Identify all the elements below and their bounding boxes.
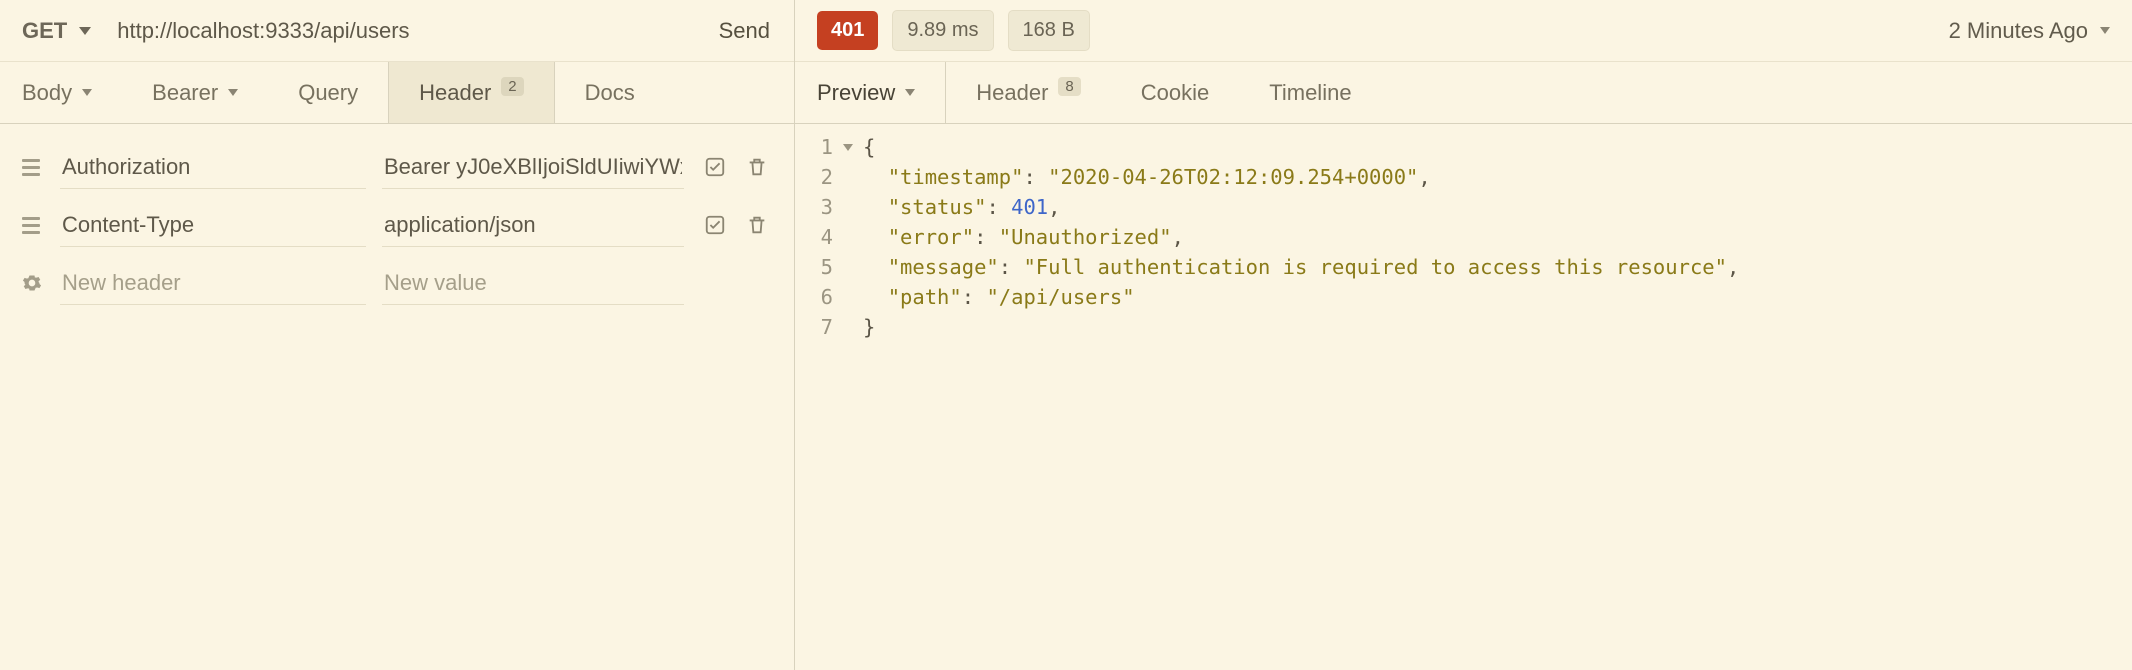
fold-icon[interactable]: [843, 144, 853, 151]
chevron-down-icon: [82, 89, 92, 96]
response-age-label: 2 Minutes Ago: [1949, 18, 2088, 44]
chevron-down-icon: [79, 27, 91, 35]
row-actions: [704, 214, 768, 236]
tab-cookie[interactable]: Cookie: [1111, 62, 1239, 123]
code-line: 7}: [795, 312, 2132, 342]
header-row: [22, 138, 772, 196]
response-size-badge: 168 B: [1008, 10, 1090, 51]
tab-label: Header: [976, 80, 1048, 106]
code-line: 2 "timestamp": "2020-04-26T02:12:09.254+…: [795, 162, 2132, 192]
response-topbar: 401 9.89 ms 168 B 2 Minutes Ago: [795, 0, 2132, 62]
tab-query[interactable]: Query: [268, 62, 388, 123]
status-code-badge: 401: [817, 11, 878, 50]
tab-response-header[interactable]: Header 8: [946, 62, 1111, 123]
chevron-down-icon: [228, 89, 238, 96]
tab-docs[interactable]: Docs: [555, 62, 665, 123]
code-line: 5 "message": "Full authentication is req…: [795, 252, 2132, 282]
code-line: 4 "error": "Unauthorized",: [795, 222, 2132, 252]
tab-label: Bearer: [152, 80, 218, 106]
tab-auth[interactable]: Bearer: [122, 62, 268, 123]
tab-label: Body: [22, 80, 72, 106]
header-name-input[interactable]: [60, 204, 366, 247]
tab-header[interactable]: Header 2: [388, 62, 555, 123]
row-actions: [704, 156, 768, 178]
tab-timeline[interactable]: Timeline: [1239, 62, 1381, 123]
tab-label: Preview: [817, 80, 895, 106]
gear-icon[interactable]: [22, 273, 48, 293]
tab-label: Cookie: [1141, 80, 1209, 106]
header-row: [22, 196, 772, 254]
code-line: 3 "status": 401,: [795, 192, 2132, 222]
request-tabs: Body Bearer Query Header 2 Docs: [0, 62, 794, 124]
response-body-viewer[interactable]: 1{2 "timestamp": "2020-04-26T02:12:09.25…: [795, 124, 2132, 342]
header-value-input[interactable]: [382, 146, 684, 189]
http-method-label: GET: [22, 18, 67, 44]
send-button[interactable]: Send: [717, 12, 772, 50]
drag-handle-icon[interactable]: [22, 217, 48, 234]
drag-handle-icon[interactable]: [22, 159, 48, 176]
code-line: 1{: [795, 132, 2132, 162]
delete-icon[interactable]: [746, 156, 768, 178]
request-pane: GET Send Body Bearer Query Header 2: [0, 0, 795, 670]
url-input[interactable]: [117, 18, 716, 44]
response-time-badge: 9.89 ms: [892, 10, 993, 51]
tab-label: Docs: [585, 80, 635, 106]
tab-label: Header: [419, 80, 491, 106]
response-pane: 401 9.89 ms 168 B 2 Minutes Ago Preview …: [795, 0, 2132, 670]
new-header-name-input[interactable]: [60, 262, 366, 305]
http-method-dropdown[interactable]: GET: [22, 18, 91, 44]
app-root: GET Send Body Bearer Query Header 2: [0, 0, 2132, 670]
tab-label: Query: [298, 80, 358, 106]
delete-icon[interactable]: [746, 214, 768, 236]
response-age-dropdown[interactable]: 2 Minutes Ago: [1949, 18, 2110, 44]
header-name-input[interactable]: [60, 146, 366, 189]
tab-badge: 2: [501, 77, 523, 96]
chevron-down-icon: [2100, 27, 2110, 34]
tab-badge: 8: [1058, 77, 1080, 96]
header-value-input[interactable]: [382, 204, 684, 247]
tab-body[interactable]: Body: [0, 62, 122, 123]
toggle-enabled-icon[interactable]: [704, 156, 726, 178]
tab-label: Timeline: [1269, 80, 1351, 106]
toggle-enabled-icon[interactable]: [704, 214, 726, 236]
chevron-down-icon: [905, 89, 915, 96]
request-topbar: GET Send: [0, 0, 794, 62]
new-header-value-input[interactable]: [382, 262, 684, 305]
headers-area: [0, 124, 794, 312]
header-row-new: [22, 254, 772, 312]
code-line: 6 "path": "/api/users": [795, 282, 2132, 312]
tab-preview[interactable]: Preview: [795, 62, 946, 123]
response-tabs: Preview Header 8 Cookie Timeline: [795, 62, 2132, 124]
